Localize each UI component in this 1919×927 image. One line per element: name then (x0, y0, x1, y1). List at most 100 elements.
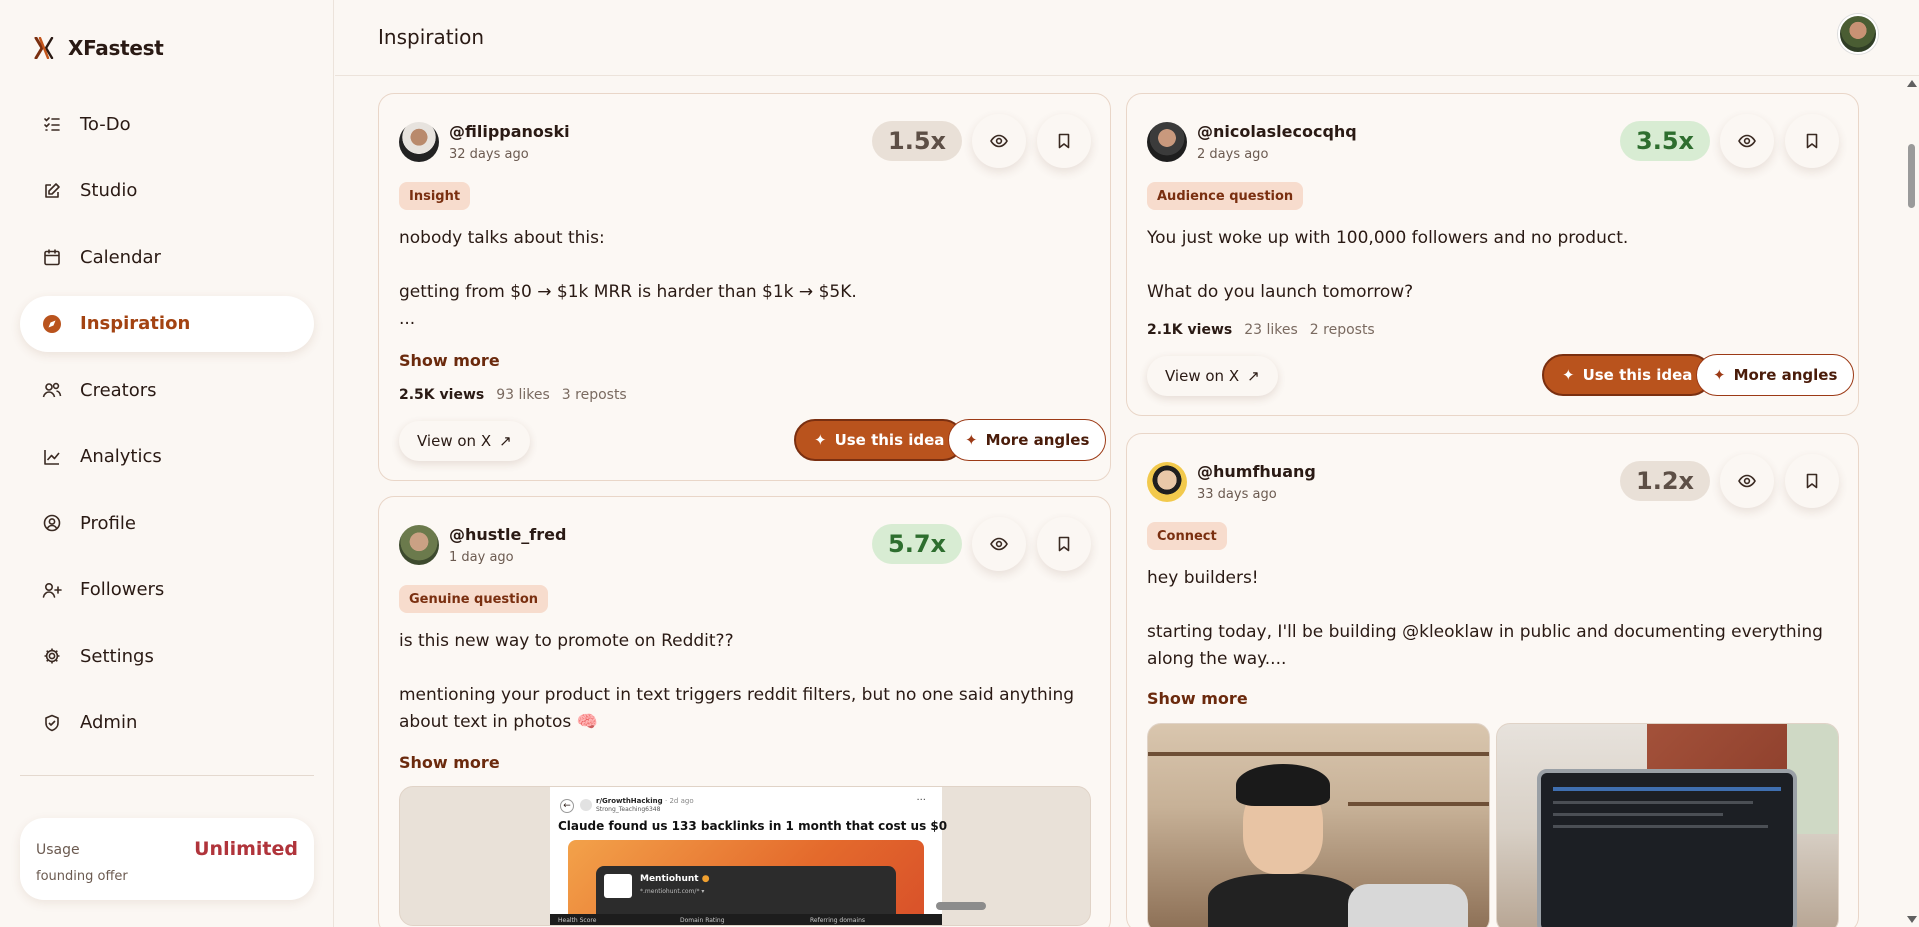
sidebar-item-calendar[interactable]: Calendar (20, 229, 314, 285)
author-handle[interactable]: @filippanoski (449, 122, 570, 141)
use-this-idea-button[interactable]: ✦ Use this idea (794, 419, 965, 461)
brand[interactable]: XFastest (34, 36, 164, 60)
scroll-up-arrow-icon[interactable] (1907, 80, 1917, 87)
eye-icon (1738, 474, 1756, 488)
usage-label: Usage (36, 842, 80, 858)
post-media[interactable]: ← r/GrowthHacking · 2d ago Strong_Teachi… (399, 786, 1091, 926)
author-handle[interactable]: @nicolaslecocqhq (1197, 122, 1357, 141)
bookmark-button[interactable] (1785, 114, 1839, 168)
screen-line (1553, 787, 1781, 791)
category-tag: Connect (1147, 522, 1227, 550)
bookmark-button[interactable] (1037, 517, 1091, 571)
external-link-icon: ↗ (1247, 367, 1260, 385)
bookmark-button[interactable] (1037, 114, 1091, 168)
screen-line (1553, 801, 1753, 804)
bookmark-icon (1058, 133, 1070, 149)
reddit-subreddit: r/GrowthHacking (596, 797, 663, 805)
more-angles-button[interactable]: ✦ More angles (1696, 354, 1855, 396)
scroll-down-arrow-icon[interactable] (1907, 916, 1917, 923)
reddit-headline: Claude found us 133 backlinks in 1 month… (558, 819, 948, 833)
bookmark-button[interactable] (1785, 454, 1839, 508)
inspiration-card: @hustle_fred 1 day ago 5.7x Genuine ques… (378, 496, 1111, 927)
site-name-line: Mentiohunt ● (640, 874, 710, 884)
edit-icon (42, 181, 62, 201)
post-stats: 2.1K views 23 likes 2 reposts (1147, 322, 1375, 338)
use-this-idea-button[interactable]: ✦ Use this idea (1542, 354, 1713, 396)
shelf (1148, 752, 1489, 756)
view-on-x-label: View on X (1165, 367, 1240, 385)
sidebar-item-label: To-Do (80, 113, 131, 135)
users-icon (42, 380, 62, 400)
usage-sub: founding offer (36, 869, 128, 884)
avatar[interactable] (399, 122, 439, 162)
show-more-link[interactable]: Show more (1147, 689, 1248, 708)
sidebar-item-studio[interactable]: Studio (20, 163, 314, 219)
post-stats: 2.5K views 93 likes 3 reposts (399, 387, 627, 403)
sidebar-divider (20, 775, 314, 776)
sidebar-item-profile[interactable]: Profile (20, 495, 314, 551)
author-handle[interactable]: @hustle_fred (449, 525, 566, 544)
reposts-count: 3 reposts (561, 387, 627, 403)
show-more-link[interactable]: Show more (399, 753, 500, 772)
sidebar-item-inspiration[interactable]: Inspiration (20, 295, 314, 352)
laptop (1348, 884, 1468, 927)
person-hair (1236, 764, 1330, 806)
view-on-x-label: View on X (417, 432, 492, 450)
use-idea-label: Use this idea (834, 431, 945, 449)
more-options-icon: ··· (916, 795, 926, 806)
views-count: 2.5K views (399, 387, 485, 403)
reddit-screenshot: ← r/GrowthHacking · 2d ago Strong_Teachi… (550, 787, 947, 925)
compass-icon (42, 314, 62, 334)
x-logo-icon (34, 37, 54, 59)
post-text: You just woke up with 100,000 followers … (1147, 228, 1629, 302)
view-on-x-button[interactable]: View on X ↗ (1147, 356, 1278, 396)
screen-line (1553, 813, 1723, 816)
laptop-screen (1537, 769, 1797, 927)
multiplier-badge: 3.5x (1620, 121, 1710, 161)
drag-handle[interactable] (936, 902, 986, 910)
post-text: hey builders! starting today, I'll be bu… (1147, 568, 1823, 669)
more-angles-label: More angles (1733, 366, 1838, 384)
usage-value: Unlimited (194, 838, 298, 860)
bookmark-icon (1806, 133, 1818, 149)
preview-button[interactable] (1720, 114, 1774, 168)
metric-health: Health Score (558, 917, 597, 924)
sidebar-item-creators[interactable]: Creators (20, 362, 314, 418)
post-time: 2 days ago (1197, 147, 1269, 162)
avatar[interactable] (1147, 122, 1187, 162)
preview-button[interactable] (1720, 454, 1774, 508)
back-arrow-icon: ← (560, 799, 574, 813)
preview-button[interactable] (972, 114, 1026, 168)
bookmark-icon (1806, 473, 1818, 489)
chart-line-icon (42, 447, 62, 467)
usage-card: Usage founding offer Unlimited (20, 818, 314, 900)
likes-count: 23 likes (1244, 322, 1298, 338)
sidebar-item-analytics[interactable]: Analytics (20, 429, 314, 485)
post-photo[interactable] (1496, 723, 1839, 927)
sidebar-item-settings[interactable]: Settings (20, 628, 314, 684)
sidebar-item-todo[interactable]: To-Do (20, 96, 314, 152)
eye-icon (990, 134, 1008, 148)
sidebar-item-admin[interactable]: Admin (20, 695, 314, 751)
sparkle-icon: ✦ (965, 431, 978, 449)
more-angles-button[interactable]: ✦ More angles (948, 419, 1107, 461)
view-on-x-button[interactable]: View on X ↗ (399, 421, 530, 461)
avatar[interactable] (399, 525, 439, 565)
sidebar-item-label: Studio (80, 180, 138, 201)
site-url: *.mentiohunt.com/* ▾ (640, 888, 705, 895)
sidebar-item-label: Settings (80, 645, 154, 667)
post-photo[interactable] (1147, 723, 1490, 927)
author-handle[interactable]: @humfhuang (1197, 462, 1316, 481)
avatar[interactable] (1147, 462, 1187, 502)
show-more-link[interactable]: Show more (399, 351, 500, 370)
sidebar-item-followers[interactable]: Followers (20, 562, 314, 618)
sidebar-item-label: Calendar (80, 246, 161, 268)
preview-button[interactable] (972, 517, 1026, 571)
user-avatar[interactable] (1838, 14, 1878, 54)
reposts-count: 2 reposts (1309, 322, 1375, 338)
sparkle-icon: ✦ (1713, 366, 1726, 384)
scroll-thumb[interactable] (1908, 144, 1915, 208)
page-scrollbar[interactable] (1904, 76, 1919, 927)
use-idea-label: Use this idea (1582, 366, 1693, 384)
external-link-icon: ↗ (499, 432, 512, 450)
